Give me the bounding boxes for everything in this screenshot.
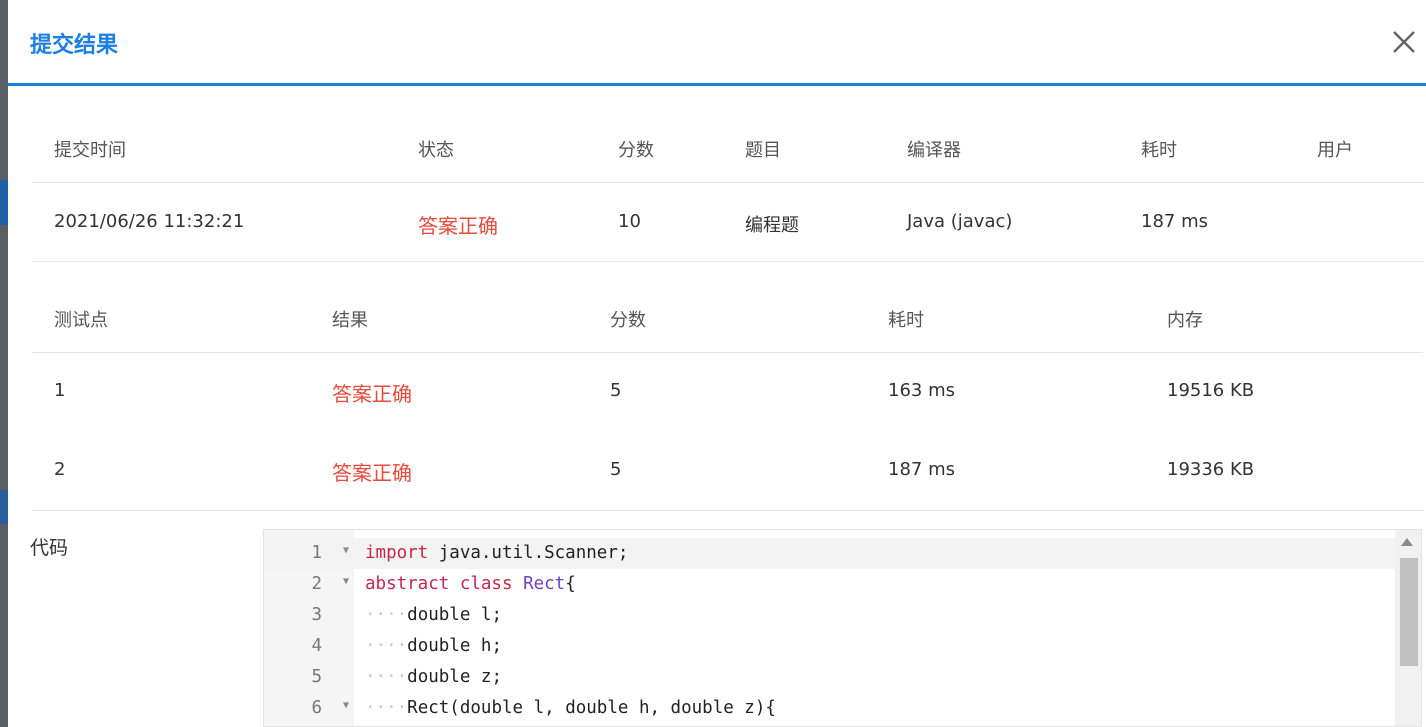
summary-table: 提交时间 状态 分数 题目 编译器 耗时 用户 2021/06/26 11:32…: [32, 108, 1423, 262]
code-line[interactable]: 5 ····double z;: [264, 662, 1396, 693]
summary-row: 2021/06/26 11:32:21 答案正确 10 编程题 Java (ja…: [32, 183, 1423, 262]
code-text: Rect(double l, double h, double z){: [407, 698, 776, 718]
code-line[interactable]: 1 ▼ import java.util.Scanner;: [264, 538, 1396, 569]
code-text: java.util.Scanner;: [428, 543, 629, 563]
code-class-name: Rect: [523, 574, 566, 594]
line-number: 4: [311, 636, 322, 656]
testcase-score: 5: [610, 380, 622, 401]
col-time: 耗时: [888, 310, 924, 331]
close-icon[interactable]: [1384, 22, 1424, 62]
col-status: 状态: [418, 140, 454, 161]
table-row: 1 答案正确 5 163 ms 19516 KB: [32, 353, 1423, 432]
line-number: 6: [311, 698, 322, 718]
testcase-id: 1: [54, 380, 66, 401]
vertical-scrollbar[interactable]: [1395, 530, 1421, 726]
summary-header-row: 提交时间 状态 分数 题目 编译器 耗时 用户: [32, 108, 1423, 183]
backdrop-accent: [0, 180, 8, 225]
line-number: 2: [311, 574, 322, 594]
indent-guide: ····: [365, 636, 408, 656]
testcase-score: 5: [610, 459, 622, 480]
line-number: 1: [311, 543, 322, 563]
line-number: 5: [311, 667, 322, 687]
col-problem: 题目: [745, 140, 781, 161]
col-memory: 内存: [1167, 310, 1203, 331]
code-line[interactable]: 6 ▼ ····Rect(double l, double h, double …: [264, 693, 1396, 724]
col-result: 结果: [332, 310, 368, 331]
testcase-memory: 19336 KB: [1167, 459, 1255, 480]
dialog-header: 提交结果: [8, 0, 1426, 86]
col-user: 用户: [1317, 140, 1353, 161]
line-number: 3: [311, 605, 322, 625]
testcase-time: 187 ms: [888, 459, 955, 480]
indent-guide: ····: [365, 605, 408, 625]
testcase-time: 163 ms: [888, 380, 955, 401]
testcase-table: 测试点 结果 分数 耗时 内存 1 答案正确 5 163 ms 19516 KB…: [32, 263, 1423, 511]
score-value: 10: [618, 211, 641, 232]
indent-guide: ····: [365, 698, 408, 718]
col-compiler: 编译器: [907, 140, 961, 161]
code-line[interactable]: 2 ▼ abstract class Rect{: [264, 569, 1396, 600]
result-badge: 答案正确: [332, 382, 412, 406]
indent-guide: ····: [365, 667, 408, 687]
code-keyword: import: [365, 543, 429, 563]
code-line[interactable]: 4 ····double h;: [264, 631, 1396, 662]
code-keyword: abstract class: [365, 574, 513, 594]
compiler-value: Java (javac): [907, 211, 1013, 232]
scrollbar-thumb[interactable]: [1400, 558, 1418, 666]
code-text: {: [565, 574, 576, 594]
fold-arrow-icon[interactable]: ▼: [343, 545, 353, 556]
submission-result-dialog: 提交结果 提交时间 状态 分数 题目 编译器 耗时 用户 2021/06/26 …: [8, 0, 1426, 727]
code-editor[interactable]: 1 ▼ import java.util.Scanner; 2 ▼ abstra…: [263, 529, 1422, 727]
code-text: double h;: [407, 636, 502, 656]
submit-time: 2021/06/26 11:32:21: [54, 211, 245, 232]
col-score: 分数: [610, 310, 646, 331]
col-score: 分数: [618, 140, 654, 161]
fold-arrow-icon[interactable]: ▼: [343, 700, 353, 711]
time-value: 187 ms: [1141, 211, 1208, 232]
col-submit-time: 提交时间: [54, 140, 126, 161]
page-backdrop: [0, 0, 8, 727]
testcase-id: 2: [54, 459, 66, 480]
code-line[interactable]: 3 ····double l;: [264, 600, 1396, 631]
scroll-up-arrow-icon[interactable]: [1401, 538, 1413, 546]
code-label: 代码: [30, 537, 69, 559]
code-text: double l;: [407, 605, 502, 625]
backdrop-accent: [0, 490, 8, 524]
problem-link[interactable]: 编程题: [745, 211, 799, 237]
result-badge: 答案正确: [332, 461, 412, 485]
fold-arrow-icon[interactable]: ▼: [343, 576, 353, 587]
testcase-memory: 19516 KB: [1167, 380, 1255, 401]
col-time: 耗时: [1141, 140, 1177, 161]
col-testcase: 测试点: [54, 310, 108, 331]
status-badge: 答案正确: [418, 214, 498, 238]
table-row: 2 答案正确 5 187 ms 19336 KB: [32, 432, 1423, 511]
testcase-header-row: 测试点 结果 分数 耗时 内存: [32, 263, 1423, 353]
code-text: double z;: [407, 667, 502, 687]
dialog-title: 提交结果: [30, 33, 119, 58]
